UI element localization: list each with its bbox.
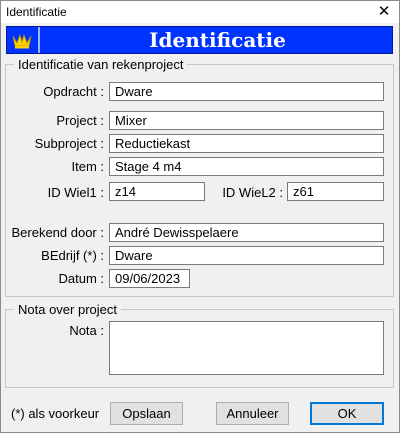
subproject-field[interactable]: Reductiekast (109, 134, 384, 153)
nota-textarea[interactable] (109, 321, 384, 375)
dialog-window: Identificatie ✕ Identificatie Identifica… (0, 0, 400, 433)
opdracht-label: Opdracht : (43, 84, 104, 99)
item-label: Item : (71, 159, 104, 174)
id-wiel1-field[interactable]: z14 (109, 182, 205, 201)
subproject-label: Subproject : (34, 136, 104, 151)
id-wiel1-label: ID Wiel1 : (47, 185, 104, 200)
item-field[interactable]: Stage 4 m4 (109, 157, 384, 176)
opdracht-field[interactable]: Dware (109, 82, 384, 101)
project-label: Project : (56, 113, 104, 128)
datum-label: Datum : (58, 271, 104, 286)
banner-heading: Identificatie (149, 28, 286, 52)
title-bar: Identificatie ✕ (1, 1, 399, 23)
nota-group-legend: Nota over project (18, 302, 117, 317)
nota-label: Nota : (69, 323, 104, 338)
window-title: Identificatie (6, 5, 67, 19)
ok-button[interactable]: OK (310, 402, 384, 425)
berekend-door-field[interactable]: André Dewisspelaere (109, 223, 384, 242)
datum-field[interactable]: 09/06/2023 (109, 269, 190, 288)
cancel-button[interactable]: Annuleer (216, 402, 289, 425)
id-wiel2-field[interactable]: z61 (287, 182, 384, 201)
berekend-door-label: Berekend door : (11, 225, 104, 240)
save-button[interactable]: Opslaan (110, 402, 183, 425)
crown-logo-icon (12, 33, 32, 49)
id-wiel2-label: ID WieL2 : (222, 185, 283, 200)
project-group-legend: Identificatie van rekenproject (18, 57, 184, 72)
close-icon[interactable]: ✕ (369, 1, 399, 23)
bedrijf-field[interactable]: Dware (109, 246, 384, 265)
logo-separator (38, 27, 40, 53)
project-field[interactable]: Mixer (109, 111, 384, 130)
header-banner: Identificatie (6, 26, 393, 54)
bedrijf-label: BEdrijf (*) : (41, 248, 104, 263)
preference-note: (*) als voorkeur (11, 406, 100, 421)
